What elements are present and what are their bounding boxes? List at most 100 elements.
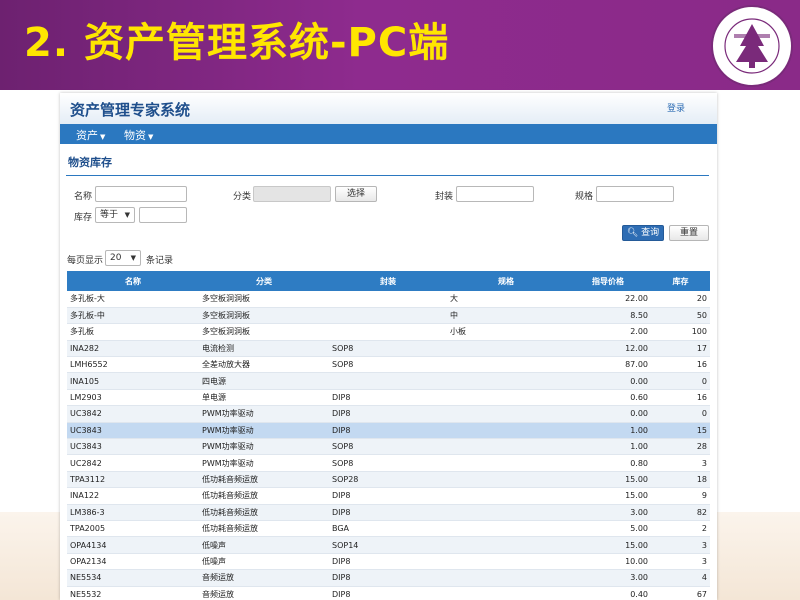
- table-row[interactable]: TPA3112 低功耗音频运放 SOP28 15.00 18: [67, 471, 710, 489]
- table-row[interactable]: NE5534 音频运放 DIP8 3.00 4: [67, 569, 710, 587]
- inventory-table: 名称 分类 封装 规格 指导价格 库存 多孔板-大 多空板洞洞板大 22.00 20 多…: [67, 271, 710, 600]
- table-body: 多孔板-大 多空板洞洞板大 22.00 20 多孔板-中 多空板洞洞板中 8.50 50 多孔板…: [67, 291, 710, 600]
- table-row[interactable]: 多孔板-中 多空板洞洞板 中 8.50 50: [67, 307, 710, 325]
- table-cell: 87.00: [565, 356, 651, 374]
- table-cell: PWM功率驱动: [199, 438, 329, 456]
- table-row[interactable]: INA105 四电源 0.00 0: [67, 372, 710, 390]
- column-header-name[interactable]: 名称: [67, 271, 199, 291]
- table-row[interactable]: UC3842 PWM功率驱动 DIP8 0.00 0: [67, 405, 710, 423]
- table-row[interactable]: UC2842 PWM功率驱动 SOP8 0.80 3: [67, 454, 710, 472]
- menu-materials[interactable]: 物资 ▼: [124, 127, 153, 143]
- section-divider: [66, 175, 709, 176]
- chevron-down-icon: ▼: [124, 211, 130, 219]
- table-cell: SOP8: [329, 340, 447, 358]
- column-header-package[interactable]: 封装: [329, 271, 447, 291]
- table-row[interactable]: 多孔板 多空板洞洞板 小板 2.00 100: [67, 323, 710, 341]
- table-cell: 18: [651, 471, 710, 489]
- table-row[interactable]: UC3843 PWM功率驱动 SOP8 1.00 28: [67, 438, 710, 456]
- table-cell: INA122: [67, 487, 199, 505]
- table-cell: [329, 291, 447, 308]
- page-size-suffix: 条记录: [146, 256, 174, 266]
- table-cell: 低功耗音频运放: [199, 504, 329, 521]
- table-row[interactable]: INA122 低功耗音频运放 DIP8 15.00 9: [67, 487, 710, 505]
- chevron-down-icon: ▼: [100, 133, 106, 141]
- table-cell: UC3843: [67, 422, 199, 440]
- table-cell: [447, 536, 565, 554]
- table-cell: 音频运放: [199, 569, 329, 587]
- table-cell: 多空板洞洞板: [199, 307, 329, 325]
- table-cell: 17: [651, 340, 710, 358]
- table-cell: 50: [651, 307, 710, 325]
- table-cell: 2.00: [565, 323, 651, 341]
- table-cell: 中: [447, 307, 565, 325]
- category-input[interactable]: [253, 186, 331, 202]
- university-logo-icon: [711, 5, 793, 87]
- table-cell: 低功耗音频运放: [199, 520, 329, 538]
- package-input[interactable]: [456, 186, 534, 202]
- table-cell: PWM功率驱动: [199, 454, 329, 472]
- slide-header: 2. 资产管理系统-PC端: [0, 0, 800, 90]
- table-cell: 多空板洞洞板: [199, 291, 329, 308]
- table-cell: 大: [447, 291, 565, 308]
- table-cell: [447, 372, 565, 390]
- table-cell: LM386-3: [67, 504, 199, 521]
- table-cell: 4: [651, 569, 710, 587]
- table-cell: [447, 438, 565, 456]
- menu-assets-label: 资产: [76, 129, 98, 142]
- table-cell: DIP8: [329, 504, 447, 521]
- column-header-stock[interactable]: 库存: [651, 271, 710, 291]
- table-cell: INA282: [67, 340, 199, 358]
- table-cell: PWM功率驱动: [199, 422, 329, 440]
- table-cell: 82: [651, 504, 710, 521]
- table-cell: 0.00: [565, 405, 651, 423]
- reset-button[interactable]: 重置: [669, 225, 709, 241]
- table-cell: 15.00: [565, 536, 651, 554]
- column-header-spec[interactable]: 规格: [447, 271, 565, 291]
- table-cell: 多空板洞洞板: [199, 323, 329, 341]
- table-cell: 15.00: [565, 487, 651, 505]
- table-header-row: 名称 分类 封装 规格 指导价格 库存: [67, 271, 710, 291]
- table-cell: 20: [651, 291, 710, 308]
- table-cell: 2: [651, 520, 710, 538]
- table-cell: 单电源: [199, 389, 329, 407]
- table-cell: 1.00: [565, 422, 651, 440]
- table-cell: 0.80: [565, 454, 651, 472]
- table-cell: [447, 405, 565, 423]
- category-select-button[interactable]: 选择: [335, 186, 377, 202]
- table-row[interactable]: NE5532 音频运放 DIP8 0.40 67: [67, 586, 710, 600]
- stock-operator-select[interactable]: 等于 ▼: [95, 207, 135, 223]
- table-row[interactable]: LM386-3 低功耗音频运放 DIP8 3.00 82: [67, 504, 710, 521]
- table-cell: 四电源: [199, 372, 329, 390]
- table-cell: 低噪声: [199, 553, 329, 571]
- login-link[interactable]: 登录: [667, 101, 685, 114]
- table-cell: 16: [651, 389, 710, 407]
- name-input[interactable]: [95, 186, 187, 202]
- table-row[interactable]: OPA2134 低噪声 DIP8 10.00 3: [67, 553, 710, 571]
- spec-input[interactable]: [596, 186, 674, 202]
- table-cell: [447, 487, 565, 505]
- table-cell: 8.50: [565, 307, 651, 325]
- column-header-category[interactable]: 分类: [199, 271, 329, 291]
- table-row[interactable]: OPA4134 低噪声 SOP14 15.00 3: [67, 536, 710, 554]
- table-row[interactable]: TPA2005 低功耗音频运放 BGA 5.00 2: [67, 520, 710, 538]
- table-cell: 3: [651, 553, 710, 571]
- menu-assets[interactable]: 资产 ▼: [76, 127, 105, 143]
- table-row[interactable]: INA282 电流检测 SOP8 12.00 17: [67, 340, 710, 358]
- app-header: 资产管理专家系统 登录: [60, 93, 717, 124]
- table-cell: [447, 340, 565, 358]
- table-row[interactable]: LM2903 单电源 DIP8 0.60 16: [67, 389, 710, 407]
- table-cell: 3: [651, 536, 710, 554]
- chevron-down-icon: ▼: [130, 254, 136, 262]
- table-row[interactable]: LMH6552 全差动放大器 SOP8 87.00 16: [67, 356, 710, 374]
- query-button[interactable]: 🔍︎ 查询: [622, 225, 664, 241]
- table-cell: [447, 520, 565, 538]
- table-row[interactable]: 多孔板-大 多空板洞洞板 大 22.00 20: [67, 291, 710, 308]
- table-cell: [447, 504, 565, 521]
- stock-value-input[interactable]: [139, 207, 187, 223]
- table-cell: 9: [651, 487, 710, 505]
- column-header-price[interactable]: 指导价格: [565, 271, 651, 291]
- table-cell: 15: [651, 422, 710, 440]
- table-row[interactable]: UC3843 PWM功率驱动 DIP8 1.00 15: [67, 422, 710, 440]
- table-cell: 15.00: [565, 471, 651, 489]
- page-size-select[interactable]: 20 ▼: [105, 250, 141, 266]
